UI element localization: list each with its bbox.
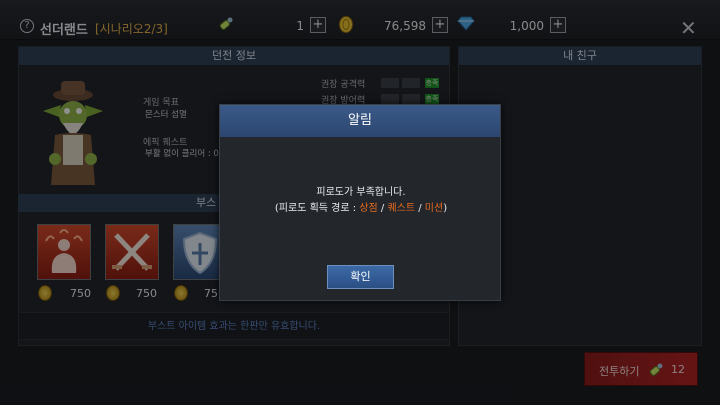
route-mission-link[interactable]: 미션 [425,203,443,214]
route-shop-link[interactable]: 상점 [359,203,377,214]
dialog-message: 피로도가 부족합니다. [316,187,406,198]
route-separator: / [377,203,388,214]
confirm-button[interactable]: 확인 [327,265,394,289]
notice-dialog: 알림 피로도가 부족합니다. (피로도 획득 경로 : 상점 / 퀘스트 / 미… [219,104,501,301]
fatigue-route-text: (피로도 획득 경로 : 상점 / 퀘스트 / 미션) [220,199,502,214]
route-prefix: (피로도 획득 경로 : [274,203,360,214]
route-quest-link[interactable]: 퀘스트 [387,203,415,214]
route-separator: / [415,203,425,214]
route-suffix: ) [443,203,448,214]
dialog-title: 알림 [220,105,500,137]
